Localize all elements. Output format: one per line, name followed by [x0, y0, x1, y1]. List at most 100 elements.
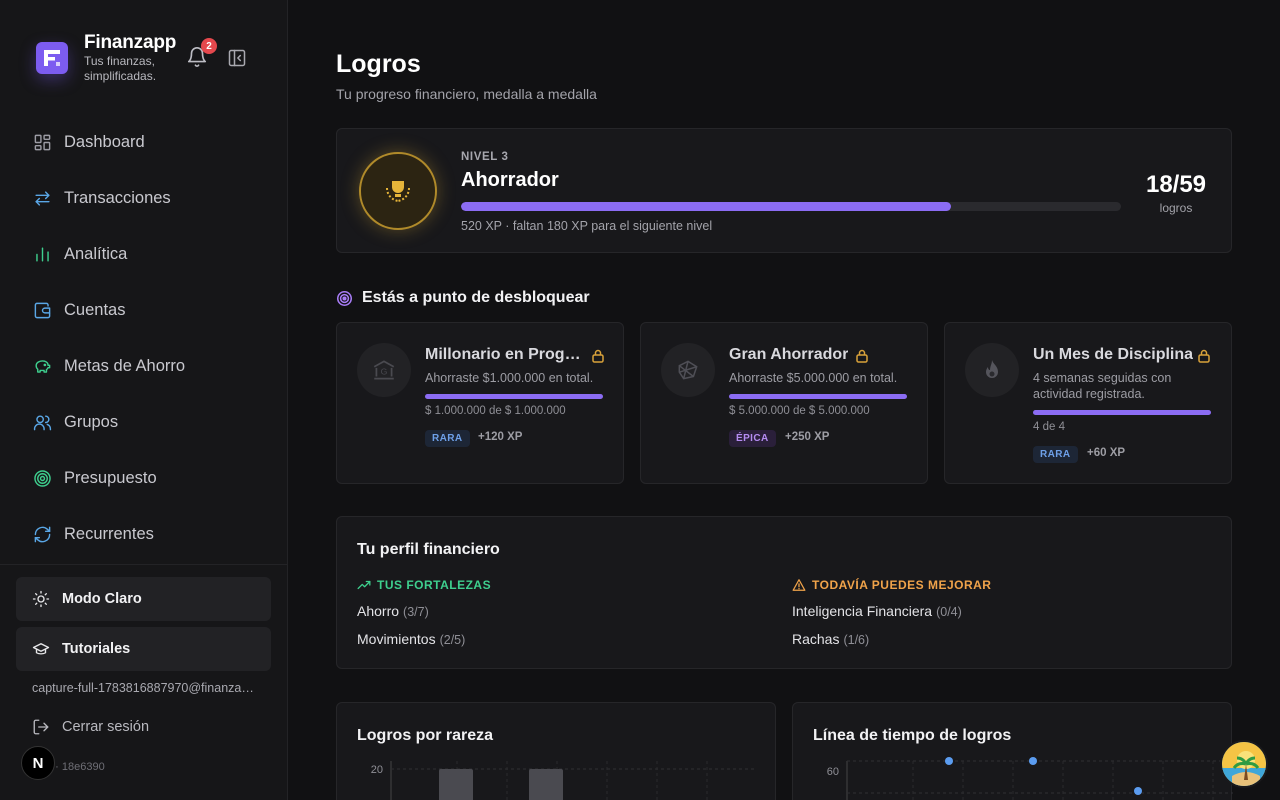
sidebar-item-label: Transacciones: [64, 188, 171, 207]
sidebar-nav: Dashboard Transacciones Analítica Cuenta…: [0, 114, 288, 562]
lock-icon: [856, 349, 868, 363]
timeline-chart-card: Línea de tiempo de logros 60: [792, 702, 1233, 800]
improve-heading: TODAVÍA PUEDES MEJORAR: [792, 578, 991, 592]
sidebar-item-label: Metas de Ahorro: [64, 356, 186, 375]
level-progress-bar: [461, 202, 1121, 211]
sidebar-item-cuentas[interactable]: Cuentas: [0, 282, 288, 338]
improve-item: Inteligencia Financiera (0/4): [792, 603, 962, 619]
theme-toggle-label: Modo Claro: [62, 591, 142, 607]
rarity-chart-title: Logros por rareza: [357, 727, 494, 744]
target-icon: [32, 468, 52, 488]
bar-chart-icon: [32, 244, 52, 264]
app-tagline: Tus finanzas, simplificadas.: [84, 54, 157, 83]
near-unlock-heading: Estás a punto de desbloquear: [336, 289, 590, 307]
rarity-badge: ÉPICA: [729, 430, 776, 447]
timeline-chart-title: Línea de tiempo de logros: [813, 727, 1012, 744]
user-email: capture-full-1783816887970@finanzapp.com: [32, 681, 254, 695]
network-icon: [661, 343, 715, 397]
nextjs-dev-button[interactable]: N: [21, 746, 55, 780]
refresh-icon: [32, 524, 52, 544]
improve-item: Rachas (1/6): [792, 631, 870, 647]
achievement-progress-bar: [425, 394, 603, 399]
logout-button[interactable]: Cerrar sesión: [32, 718, 149, 736]
strengths-heading: TUS FORTALEZAS: [357, 578, 491, 592]
achievement-progress-bar: [1033, 410, 1211, 415]
rarity-chart: 2015: [371, 761, 757, 800]
sidebar-item-dashboard[interactable]: Dashboard: [0, 114, 288, 170]
near-unlock-title: Estás a punto de desbloquear: [362, 289, 590, 306]
achievement-description: Ahorraste $1.000.000 en total.: [425, 371, 594, 385]
y-tick-label: 60: [827, 766, 839, 778]
achievement-progress-bar: [729, 394, 907, 399]
data-point: [1029, 757, 1037, 765]
theme-toggle-button[interactable]: Modo Claro: [16, 577, 271, 621]
rarity-chart-card: Logros por rareza 2015: [336, 702, 776, 800]
sidebar-item-metas[interactable]: Metas de Ahorro: [0, 338, 288, 394]
logout-label: Cerrar sesión: [62, 719, 150, 735]
logout-icon: [32, 718, 50, 736]
trending-up-icon: [357, 578, 371, 592]
strengths-title: TUS FORTALEZAS: [377, 578, 492, 592]
lock-icon: [1198, 349, 1210, 363]
svg-text:G: G: [381, 366, 388, 376]
sidebar-item-presupuesto[interactable]: Presupuesto: [0, 450, 288, 506]
achievement-card[interactable]: Gran Ahorrador Ahorraste $5.000.000 en t…: [640, 322, 928, 484]
level-progress-fill: [461, 202, 952, 211]
achievement-card[interactable]: Un Mes de Disciplina 4 semanas seguidas …: [944, 322, 1232, 484]
profile-title: Tu perfil financiero: [357, 541, 500, 558]
sidebar-item-label: Cuentas: [64, 300, 126, 319]
sidebar-item-analitica[interactable]: Analítica: [0, 226, 288, 282]
piggy-bank-icon: [32, 356, 52, 376]
level-card: NIVEL 3 Ahorrador 520 XP · faltan 180 XP…: [336, 128, 1232, 253]
timeline-chart: 60: [827, 757, 1233, 800]
lock-icon: [592, 349, 604, 363]
sidebar-divider: [0, 564, 288, 565]
financial-profile-card: Tu perfil financiero TUS FORTALEZAS Ahor…: [336, 516, 1232, 669]
collapse-sidebar-icon[interactable]: [227, 48, 247, 68]
achievement-description: 4 semanas seguidas con actividad registr…: [1033, 371, 1172, 401]
wallet-icon: [32, 300, 52, 320]
sidebar-item-label: Grupos: [64, 412, 119, 431]
app-root: Finanzapp Tus finanzas, simplificadas. 2…: [0, 0, 1280, 800]
achievement-card[interactable]: G Millonario en Progreso Ahorraste $1.00…: [336, 322, 624, 484]
achievement-xp: +60 XP: [1087, 447, 1126, 459]
achievement-name: Un Mes de Disciplina: [1033, 346, 1194, 363]
rarity-badge: RARA: [425, 430, 470, 447]
data-point: [945, 757, 953, 765]
sidebar-item-transacciones[interactable]: Transacciones: [0, 170, 288, 226]
achievement-name: Millonario en Progreso: [425, 346, 581, 363]
achievement-progress-text: 4 de 4: [1033, 421, 1065, 433]
achievement-progress-text: $ 5.000.000 de $ 5.000.000: [729, 405, 870, 417]
bar: [529, 769, 563, 800]
sidebar: Finanzapp Tus finanzas, simplificadas. 2…: [0, 0, 288, 800]
achievement-xp: +120 XP: [478, 431, 523, 443]
level-xp-text: 520 XP · faltan 180 XP para el siguiente…: [461, 219, 713, 233]
warning-icon: [792, 578, 806, 592]
grid-icon: [32, 132, 52, 152]
target-icon: [336, 290, 353, 307]
avatar[interactable]: [1220, 740, 1268, 788]
sidebar-item-label: Dashboard: [64, 132, 145, 151]
page-title: Logros: [336, 50, 421, 78]
app-logo-icon: [36, 42, 68, 74]
sidebar-item-grupos[interactable]: Grupos: [0, 394, 288, 450]
brand[interactable]: Finanzapp Tus finanzas, simplificadas.: [36, 32, 176, 84]
app-name: Finanzapp: [84, 32, 177, 53]
y-tick-label: 20: [371, 764, 383, 776]
improve-title: TODAVÍA PUEDES MEJORAR: [812, 578, 992, 592]
graduation-cap-icon: [32, 640, 50, 658]
users-icon: [32, 412, 52, 432]
rarity-badge: RARA: [1033, 446, 1078, 463]
sidebar-item-recurrentes[interactable]: Recurrentes: [0, 506, 288, 562]
sun-icon: [32, 590, 50, 608]
achievements-count-label: logros: [1159, 201, 1193, 215]
strength-item: Ahorro (3/7): [357, 603, 429, 619]
main-content: Logros Tu progreso financiero, medalla a…: [336, 0, 1233, 800]
sidebar-item-label: Analítica: [64, 244, 128, 263]
arrows-swap-icon: [32, 188, 52, 208]
level-label: NIVEL 3: [461, 151, 509, 163]
trophy-medal-icon: [359, 152, 437, 230]
tutorials-button[interactable]: Tutoriales: [16, 627, 271, 671]
sidebar-item-label: Presupuesto: [64, 468, 157, 487]
notification-badge: 2: [201, 38, 217, 54]
